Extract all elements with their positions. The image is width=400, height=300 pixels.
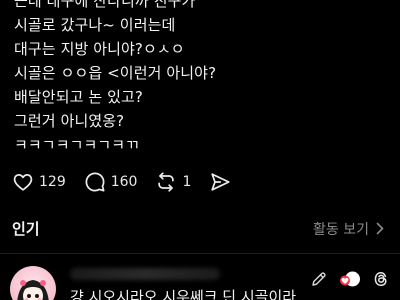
send-icon [209,171,231,193]
post-line: 그런거 아니였옹? [14,112,125,130]
reaction-avatars[interactable] [338,270,362,292]
avatar[interactable] [10,266,56,300]
speech-bubble-icon [84,171,106,193]
share-button[interactable] [209,171,231,193]
reply-text: 걍 시오시라오 시우쎄크 딘 시골이라 [70,288,297,300]
sort-bar: 인기 활동 보기 [0,212,400,248]
repost-count: 1 [182,174,192,190]
sort-dropdown[interactable]: 인기 [12,218,40,239]
post-line: 배달안되고 논 있고? [14,88,143,106]
post-line: 시골로 갔구나~ 이러는데 [14,16,176,34]
post-line: 근데 대구에 산다니까 친구가 [14,0,196,10]
reply-item[interactable]: 걍 시오시라오 시우쎄크 딘 시골이라 [0,254,400,300]
pencil-icon[interactable] [310,270,328,292]
post-body: 근데 대구에 산다니까 친구가 시골로 갔구나~ 이러는데 대구는 지방 아니야… [14,0,386,157]
chevron-right-icon [376,220,384,239]
post-line: 시골은 ㅇㅇ읍 <이런거 아니야? [14,64,217,82]
post-line: ㅋㅋㄱㅋㄱㅋㄱㅋㄲ [14,136,140,154]
like-count: 129 [39,174,66,190]
post-line: 대구는 지방 아니야?ㅇㅅㅇ [14,40,185,58]
view-activity-label: 활동 보기 [313,222,369,238]
like-button[interactable]: 129 [12,171,66,193]
comment-button[interactable]: 160 [84,171,138,193]
threads-logo-icon[interactable] [372,270,390,292]
reply-author-redacted [70,268,220,280]
repost-arrows-icon [155,171,177,193]
view-activity-button[interactable]: 활동 보기 [313,219,384,239]
heart-icon [12,171,34,193]
comment-count: 160 [110,174,138,190]
reply-tools [310,270,390,292]
post-actions: 129 160 1 [12,170,249,194]
repost-button[interactable]: 1 [155,171,191,193]
